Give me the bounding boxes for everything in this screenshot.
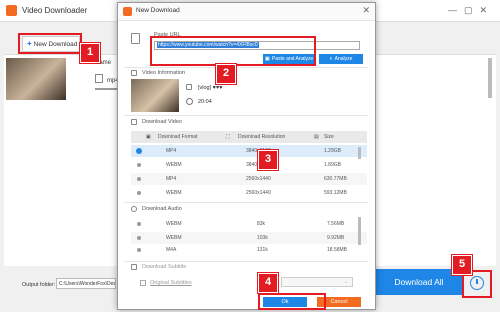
row-size: 18.58MB: [327, 247, 348, 253]
step-badge-1: 1: [80, 43, 100, 63]
row-format: WEBM: [166, 190, 182, 196]
analyze-button[interactable]: ⌕ Analyze: [319, 54, 363, 64]
format-header-icon: ▣: [146, 134, 151, 140]
paste-and-analyze-label: Paste and Analyze: [271, 56, 314, 62]
row-size: 9.92MB: [327, 235, 345, 241]
row-format: MP4: [166, 176, 177, 182]
video-table-scrollbar[interactable]: [358, 147, 361, 159]
audio-row[interactable]: WEBM 103k 9.92MB: [131, 232, 367, 244]
clock-icon: [186, 98, 193, 105]
subtitle-language-select[interactable]: ⌄: [281, 277, 353, 287]
search-icon: ⌕: [329, 56, 333, 62]
window-controls[interactable]: —▢✕: [448, 5, 494, 16]
audio-row[interactable]: WEBM 83k 7.56MB: [131, 218, 367, 230]
music-note-icon: [131, 206, 137, 212]
row-format: WEBM: [166, 235, 182, 241]
resolution-header-icon: ⛶: [226, 134, 230, 140]
app-logo-icon: [6, 5, 17, 16]
divider: [124, 115, 368, 116]
video-table-header: ▣ Download Format ⛶ Download Resolution …: [131, 131, 367, 143]
divider: [124, 67, 368, 68]
audio-row[interactable]: M4A 131k 18.58MB: [131, 244, 367, 256]
url-text: https://www.youtube.com/watch?v=4XFlBsc0: [157, 42, 259, 48]
column-header: Download Resolution: [238, 134, 286, 140]
video-row[interactable]: MP4 3840x2160 1.29GB: [131, 145, 367, 157]
divider: [124, 202, 368, 203]
download-audio-label: Download Audio: [142, 206, 182, 212]
size-header-icon: ▤: [314, 134, 319, 140]
row-bitrate: 103k: [257, 235, 268, 241]
row-resolution: 2560x1440: [246, 190, 271, 196]
row-bitrate: 131k: [257, 247, 268, 253]
row-format: MP4: [166, 148, 177, 154]
divider: [124, 261, 368, 262]
row-format: M4A: [166, 247, 177, 253]
cancel-button[interactable]: Cancel: [317, 297, 361, 307]
list-scrollbar[interactable]: [488, 58, 492, 98]
paste-url-label: Paste URL: [154, 32, 181, 38]
video-info-label: Video Information: [142, 70, 186, 76]
info-icon: [131, 70, 137, 76]
video-row[interactable]: WEBM 3840x2160 1.89GB: [131, 159, 367, 171]
row-bitrate: 83k: [257, 221, 266, 227]
step-badge-3: 3: [258, 150, 278, 170]
plus-icon: +: [27, 39, 32, 48]
download-video-label: Download Video: [142, 119, 182, 125]
output-folder-field[interactable]: C:\Users\WonderFox\Deskt: [56, 278, 116, 289]
radio-icon: [137, 177, 141, 181]
radio-icon: [137, 191, 141, 195]
alarm-clock-icon[interactable]: [470, 276, 484, 290]
close-icon[interactable]: ✕: [362, 5, 370, 16]
ok-button[interactable]: Ok: [263, 297, 307, 307]
selected-check-icon: [136, 148, 142, 154]
download-subtitle-label: Download Subtitle: [142, 264, 187, 270]
row-size: 593.12MB: [324, 190, 347, 196]
radio-icon: [137, 222, 141, 226]
new-download-button[interactable]: + New Download: [22, 36, 80, 52]
row-format: WEBM: [166, 162, 182, 168]
video-duration: 20:04: [198, 99, 212, 105]
video-row[interactable]: MP4 2560x1440 630.77MB: [131, 173, 367, 185]
chevron-down-icon: ⌄: [343, 279, 348, 285]
output-folder-label: Output folder:: [22, 282, 56, 288]
radio-icon: [137, 163, 141, 167]
column-header: Download Format: [158, 134, 198, 140]
film-icon: [186, 84, 192, 90]
step-badge-2: 2: [216, 64, 236, 84]
dialog-title: New Download: [136, 7, 180, 14]
video-row[interactable]: WEBM 2560x1440 593.12MB: [131, 187, 367, 199]
step-badge-4: 4: [258, 273, 278, 293]
audio-table-scrollbar[interactable]: [358, 217, 361, 245]
row-resolution: 2560x1440: [246, 176, 271, 182]
main-window-title: Video Downloader: [22, 6, 88, 15]
row-format: WEBM: [166, 221, 182, 227]
video-thumbnail: [6, 58, 66, 100]
original-subtitles-checkbox[interactable]: [140, 280, 146, 286]
video-thumbnail: [131, 79, 179, 112]
radio-icon: [137, 248, 141, 252]
download-all-button[interactable]: Download All: [376, 269, 462, 295]
new-download-dialog: New Download ✕ Paste URL https://www.you…: [117, 2, 376, 310]
url-input[interactable]: https://www.youtube.com/watch?v=4XFlBsc0: [154, 41, 360, 50]
video-icon: [131, 119, 137, 125]
progress-bar: [95, 88, 117, 90]
clipboard-icon: [131, 33, 140, 44]
subtitle-icon: [131, 264, 137, 270]
row-size: 7.56MB: [327, 221, 345, 227]
app-logo-icon: [123, 7, 132, 16]
clipboard-icon: ▣: [264, 56, 270, 62]
analyze-label: Analyze: [334, 56, 353, 62]
row-size: 630.77MB: [324, 176, 347, 182]
new-download-label: New Download: [33, 41, 78, 48]
original-subtitles-label: Original Subtitles: [150, 280, 192, 286]
row-size: 1.29GB: [324, 148, 341, 154]
column-header: Size: [324, 134, 334, 140]
paste-and-analyze-button[interactable]: ▣ Paste and Analyze: [263, 54, 315, 64]
row-size: 1.89GB: [324, 162, 341, 168]
format-text: mp4: [95, 74, 119, 84]
step-badge-5: 5: [452, 255, 472, 275]
dialog-title-bar: New Download ✕: [118, 3, 375, 21]
radio-icon: [137, 236, 141, 240]
video-title: [vlog] ♥♥♥: [198, 85, 223, 91]
